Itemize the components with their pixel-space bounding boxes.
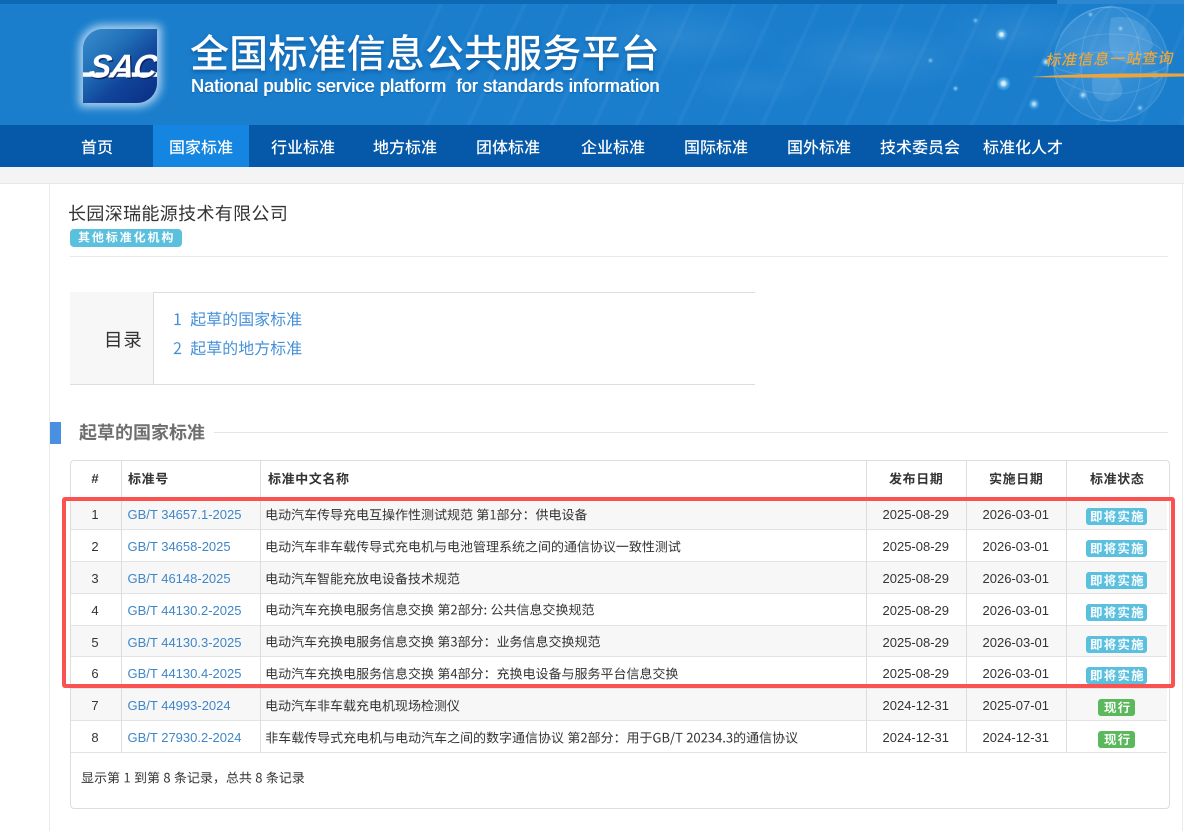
svg-text:SAC: SAC xyxy=(87,48,157,85)
